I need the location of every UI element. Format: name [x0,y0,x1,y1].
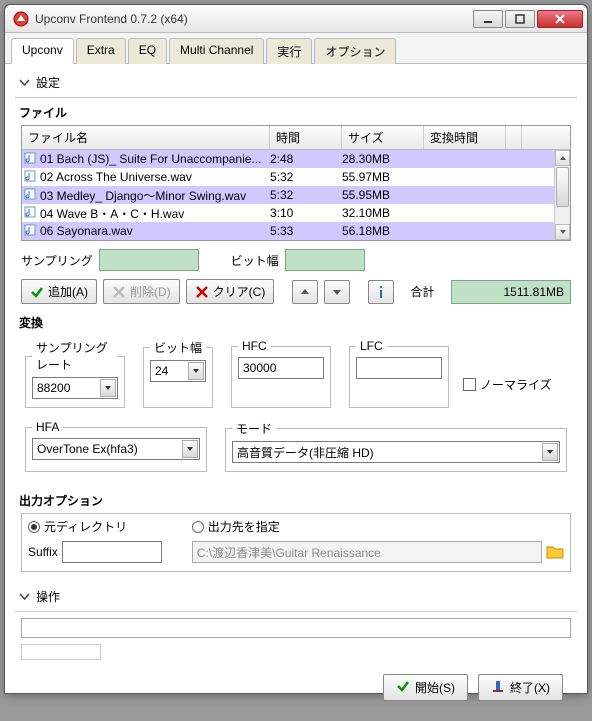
file-list: ファイル名 時間 サイズ 変換時間 01 Bach (JS)_ Suite Fo… [21,125,571,241]
status-box [21,644,101,660]
x-red-icon [195,285,209,299]
file-list-header: ファイル名 時間 サイズ 変換時間 [22,126,570,150]
tab-eq[interactable]: EQ [128,38,167,64]
check-icon [30,285,44,299]
orig-dir-radio[interactable]: 元ディレクトリ [28,518,162,535]
table-row[interactable]: 02 Across The Universe.wav5:3255.97MB [22,168,570,186]
audio-file-icon [22,152,38,167]
tab-run[interactable]: 実行 [266,38,312,64]
settings-label: 設定 [36,74,60,91]
progress-bar [21,618,571,638]
exit-icon [491,679,505,696]
app-icon [13,11,29,27]
table-row[interactable]: 01 Bach (JS)_ Suite For Unaccompanie...2… [22,150,570,168]
delete-button[interactable]: 削除(D) [103,279,180,304]
check-icon [396,679,410,696]
lfc-input[interactable] [356,357,442,379]
mode-select[interactable]: 高音質データ(非圧縮 HD) [232,441,560,463]
chevron-down-icon [19,591,30,602]
clear-button[interactable]: クリア(C) [186,279,275,304]
close-button[interactable] [537,10,583,28]
scroll-down-icon[interactable] [555,224,570,240]
titlebar[interactable]: Upconv Frontend 0.7.2 (x64) [5,5,587,33]
checkbox-icon [463,378,476,391]
maximize-button[interactable] [505,10,535,28]
scroll-thumb[interactable] [556,167,569,207]
hfa-select[interactable]: OverTone Ex(hfa3) [32,438,200,460]
settings-header[interactable]: 設定 [15,68,577,98]
x-icon [112,285,126,299]
radio-off-icon [192,521,204,533]
hfc-label: HFC [238,339,271,353]
sampling-value-box [99,249,199,271]
rate-select[interactable]: 88200 [32,377,118,399]
mode-label: モード [232,420,276,437]
tab-extra[interactable]: Extra [76,38,126,64]
file-heading: ファイル [19,104,577,121]
start-button[interactable]: 開始(S) [383,674,468,701]
window-title: Upconv Frontend 0.7.2 (x64) [35,12,473,26]
bit-label: ビット幅 [150,339,206,356]
total-label: 合計 [410,283,434,300]
audio-file-icon [22,224,38,239]
lfc-label: LFC [356,339,387,353]
file-rows[interactable]: 01 Bach (JS)_ Suite For Unaccompanie...2… [22,150,570,240]
app-window: Upconv Frontend 0.7.2 (x64) Upconv Extra… [4,4,588,694]
move-up-button[interactable] [292,280,318,304]
bit-select[interactable]: 24 [150,360,206,382]
tab-multichannel[interactable]: Multi Channel [169,38,264,64]
col-size[interactable]: サイズ [342,126,424,149]
add-button[interactable]: 追加(A) [21,279,97,304]
table-row[interactable]: 04 Wave B・A・C・H.wav3:1032.10MB [22,204,570,222]
audio-file-icon [22,188,38,203]
scroll-up-icon[interactable] [555,150,570,166]
hfc-input[interactable]: 30000 [238,357,324,379]
folder-icon[interactable] [546,544,564,560]
output-path: C:\渡辺香津美\Guitar Renaissance [192,541,542,563]
bitwidth-value-box [285,249,365,271]
chevron-down-icon [182,440,198,458]
convert-heading: 変換 [19,314,577,331]
exit-button[interactable]: 終了(X) [478,674,563,701]
audio-file-icon [22,206,38,221]
chevron-down-icon [188,362,204,380]
hfa-label: HFA [32,420,63,434]
tab-strip: Upconv Extra EQ Multi Channel 実行 オプション [5,33,587,64]
info-button[interactable] [368,280,394,304]
minimize-button[interactable] [473,10,503,28]
ops-label: 操作 [36,588,60,605]
ops-header[interactable]: 操作 [15,582,577,612]
col-filename[interactable]: ファイル名 [22,126,270,149]
output-heading: 出力オプション [19,492,577,509]
radio-on-icon [28,521,40,533]
suffix-label: Suffix [28,545,58,559]
bitwidth-label: ビット幅 [231,252,279,269]
chevron-down-icon [100,379,116,397]
tab-options[interactable]: オプション [314,38,396,64]
tab-upconv[interactable]: Upconv [11,38,74,64]
total-size-box: 1511.81MB [451,280,571,304]
sampling-label: サンプリング [21,252,93,269]
table-row[interactable]: 06 Sayonara.wav5:3356.18MB [22,222,570,240]
scrollbar[interactable] [554,150,570,240]
rate-label: サンプリングレート [32,339,118,373]
col-convtime[interactable]: 変換時間 [424,126,506,149]
table-row[interactable]: 03 Medley_ Django～Minor Swing.wav5:3255.… [22,186,570,204]
col-time[interactable]: 時間 [270,126,342,149]
move-down-button[interactable] [324,280,350,304]
chevron-down-icon [19,77,30,88]
suffix-input[interactable] [62,541,162,563]
chevron-down-icon [542,443,558,461]
normalize-checkbox[interactable]: ノーマライズ [463,353,552,416]
specify-dir-radio[interactable]: 出力先を指定 [192,518,564,535]
audio-file-icon [22,170,38,185]
